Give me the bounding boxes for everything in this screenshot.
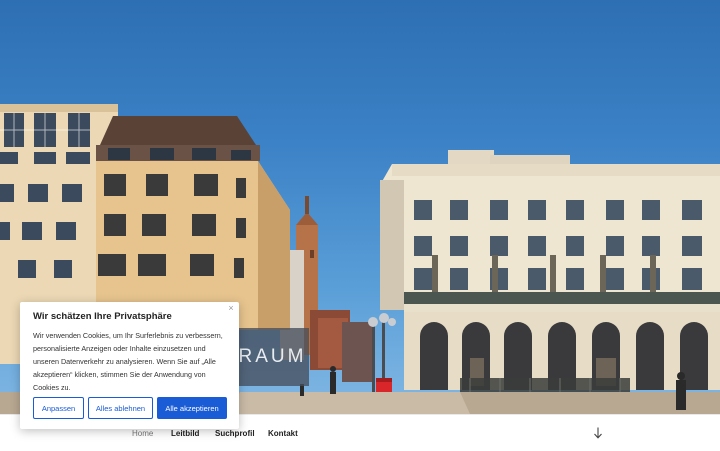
arrow-down-icon <box>594 427 602 439</box>
accept-all-button[interactable]: Alle akzeptieren <box>157 397 227 419</box>
customize-button[interactable]: Anpassen <box>33 397 84 419</box>
cookie-title: Wir schätzen Ihre Privatsphäre <box>33 311 172 322</box>
cookie-consent-dialog: × Wir schätzen Ihre Privatsphäre Wir ver… <box>20 302 239 429</box>
nav-item-kontakt[interactable]: Kontakt <box>268 429 298 438</box>
close-icon[interactable]: × <box>226 303 236 313</box>
brand-overlay: RAUM <box>238 328 309 386</box>
brand-text: RAUM <box>238 346 307 367</box>
nav-item-home[interactable]: Home <box>132 429 153 438</box>
nav-item-suchprofil[interactable]: Suchprofil <box>215 429 255 438</box>
nav-item-leitbild[interactable]: Leitbild <box>171 429 199 438</box>
cookie-description: Wir verwenden Cookies, um Ihr Surferlebn… <box>33 331 223 392</box>
reject-all-button[interactable]: Alles ablehnen <box>88 397 153 419</box>
scroll-down-button[interactable] <box>591 425 605 441</box>
